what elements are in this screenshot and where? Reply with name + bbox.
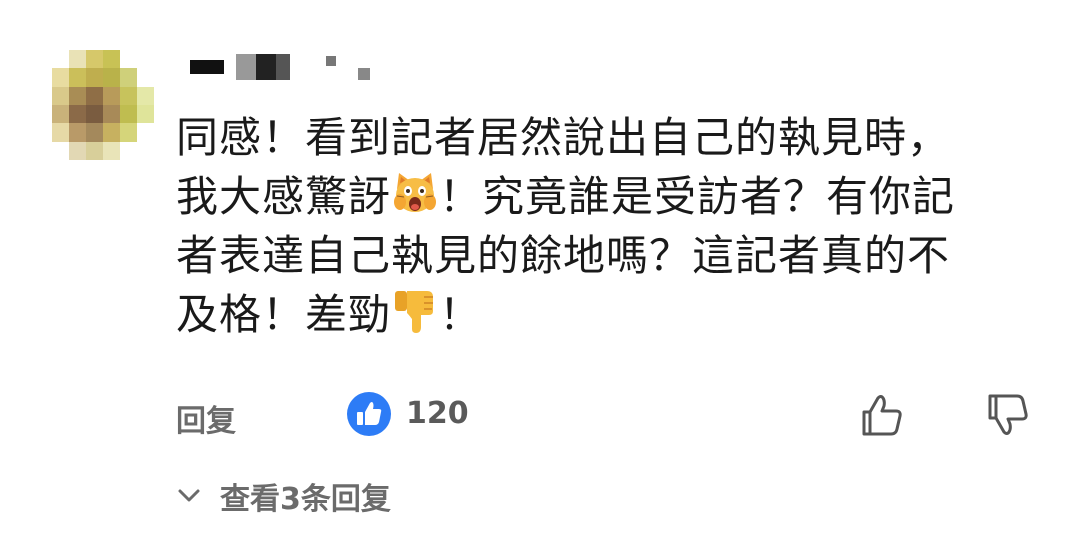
comment-text-segment: 者表達自己執見的餘地嗎？這記者真的不 — [176, 231, 951, 280]
comment-text-segment: ！ — [439, 290, 483, 339]
username-redacted[interactable] — [190, 50, 390, 90]
comment-line-4: 及格！差勁 ！ — [176, 285, 1046, 344]
comment-line-1: 同感！看到記者居然說出自己的執見時， — [176, 108, 1046, 167]
avatar[interactable] — [52, 50, 154, 160]
like-count: 120 — [406, 396, 469, 431]
view-replies-link[interactable]: 查看3条回复 — [176, 476, 391, 517]
comment-text-segment: ！究竟誰是受訪者？有你記 — [439, 172, 956, 221]
comment-line-2: 我大感驚訝 ！究竟誰是受訪者？有你記 — [176, 167, 1046, 226]
comment-text-segment: 及格！差勁 — [176, 290, 392, 339]
thumb-down-icon[interactable] — [982, 390, 1032, 440]
thumb-up-icon[interactable] — [856, 390, 906, 440]
scream-cat-emoji — [394, 173, 437, 212]
like-badge-icon[interactable] — [346, 391, 392, 437]
comment-text-segment: 我大感驚訝 — [176, 172, 392, 221]
comment-action-bar: 回复 120 — [176, 384, 1036, 444]
comment-text: 同感！看到記者居然說出自己的執見時， 我大感驚訝 ！究竟誰是受訪者？有你記 者表… — [176, 108, 1046, 344]
chevron-down-icon — [178, 489, 200, 502]
comment-line-3: 者表達自己執見的餘地嗎？這記者真的不 — [176, 226, 1046, 285]
reply-button[interactable]: 回复 — [176, 396, 236, 440]
thumbs-down-emoji — [395, 291, 434, 333]
comment-text-segment: 同感！看到記者居然說出自己的執見時， — [176, 113, 951, 162]
view-replies-label: 查看3条回复 — [220, 482, 391, 517]
